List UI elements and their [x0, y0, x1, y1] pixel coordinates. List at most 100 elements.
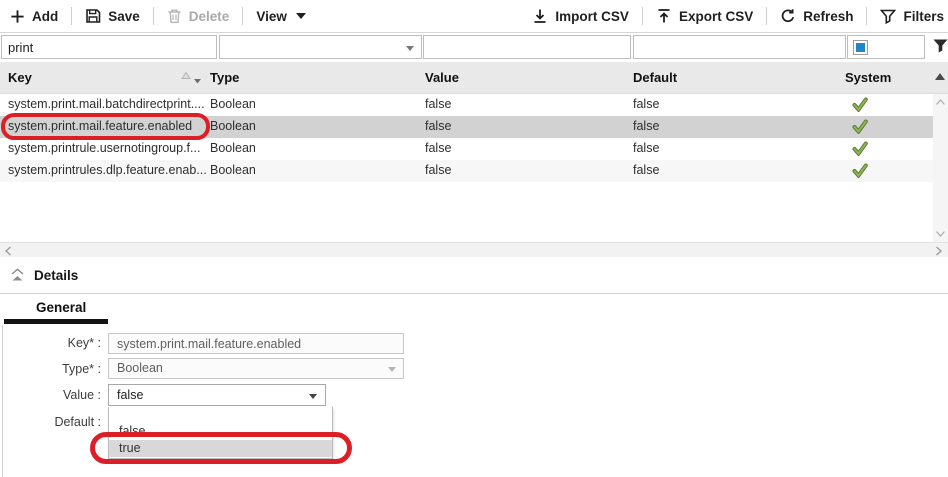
details-panel-header[interactable]: Details	[0, 257, 948, 293]
key-field-label: Key* :	[0, 336, 101, 350]
table-row[interactable]: system.printrule.usernotingroup.f... Boo…	[0, 138, 948, 160]
view-menu-label: View	[256, 9, 287, 24]
cell-value: false	[425, 163, 451, 177]
cell-key: system.printrules.dlp.feature.enab...	[8, 163, 207, 177]
cell-key: system.print.mail.feature.enabled	[8, 119, 192, 133]
toolbar-divider	[242, 7, 243, 25]
table-row[interactable]: system.print.mail.batchdirectprint.... B…	[0, 94, 948, 116]
column-header-type[interactable]: Type	[210, 70, 239, 85]
dropdown-option-blank[interactable]	[109, 407, 332, 423]
config-editor-window: Add Save Delete View	[0, 0, 948, 477]
cell-type: Boolean	[210, 163, 256, 177]
column-header-default[interactable]: Default	[633, 70, 677, 85]
value-field-current: false	[117, 388, 143, 402]
chevron-down-icon	[309, 394, 317, 399]
green-check-icon	[852, 97, 868, 112]
view-menu-button[interactable]: View	[256, 9, 306, 24]
details-form: Key* : Type* : Boolean Value : false Def…	[0, 325, 948, 477]
chevron-down-icon	[406, 46, 414, 51]
sort-indicator[interactable]	[181, 71, 203, 85]
refresh-icon	[780, 8, 796, 24]
collapse-panel-icon	[10, 268, 25, 282]
refresh-label: Refresh	[803, 9, 853, 24]
add-button-label: Add	[32, 9, 58, 24]
scrollbar-chevron-up-icon	[935, 98, 946, 106]
cell-value: false	[425, 97, 451, 111]
plus-icon	[10, 9, 25, 24]
column-header-key[interactable]: Key	[8, 70, 32, 85]
details-title: Details	[34, 268, 78, 283]
cell-key: system.printrule.usernotingroup.f...	[8, 141, 200, 155]
add-button[interactable]: Add	[10, 9, 58, 24]
type-filter-dropdown[interactable]	[219, 35, 422, 59]
scroll-up-icon[interactable]	[935, 73, 945, 80]
system-filter-cell	[847, 35, 925, 59]
green-check-icon	[852, 141, 868, 156]
save-icon	[85, 8, 101, 24]
filter-row	[0, 33, 948, 62]
toolbar-divider	[642, 7, 643, 25]
value-dropdown-list: false true	[108, 407, 333, 459]
sort-asc-icon	[181, 71, 203, 85]
apply-filter-funnel-icon[interactable]	[933, 38, 948, 54]
key-field-input[interactable]	[108, 333, 404, 354]
scrollbar-chevron-left-icon	[4, 246, 12, 256]
save-button[interactable]: Save	[85, 8, 140, 24]
chevron-down-icon	[388, 367, 396, 372]
horizontal-scrollbar[interactable]	[0, 242, 948, 257]
value-field-label: Value :	[0, 388, 101, 402]
cell-type: Boolean	[210, 119, 256, 133]
cell-type: Boolean	[210, 141, 256, 155]
config-grid: Key Type Value Default System system.pri…	[0, 62, 948, 242]
cell-key: system.print.mail.batchdirectprint....	[8, 97, 205, 111]
toolbar-divider	[153, 7, 154, 25]
default-filter-input[interactable]	[633, 35, 846, 59]
cell-default: false	[633, 163, 659, 177]
cell-default: false	[633, 97, 659, 111]
value-filter-input[interactable]	[423, 35, 631, 59]
column-header-system[interactable]: System	[845, 70, 891, 85]
upload-icon	[656, 8, 672, 24]
scrollbar-chevron-down-icon	[935, 230, 946, 238]
toolbar: Add Save Delete View	[0, 0, 948, 33]
export-csv-label: Export CSV	[679, 9, 753, 24]
details-tabbar: General	[0, 294, 948, 325]
filters-button[interactable]: Filters	[880, 8, 944, 24]
checkbox-fill	[856, 43, 865, 52]
column-header-value[interactable]: Value	[425, 70, 459, 85]
table-row-selected[interactable]: system.print.mail.feature.enabled Boolea…	[0, 116, 948, 138]
toolbar-divider	[71, 7, 72, 25]
cell-default: false	[633, 119, 659, 133]
toolbar-divider	[766, 7, 767, 25]
cell-value: false	[425, 141, 451, 155]
key-filter-input[interactable]	[1, 35, 217, 59]
value-field-combobox[interactable]: false	[108, 384, 326, 406]
green-check-icon	[852, 163, 868, 178]
filters-label: Filters	[903, 9, 944, 24]
chevron-down-icon	[296, 13, 306, 19]
active-tab-underline	[4, 319, 108, 324]
type-field-label: Type* :	[0, 362, 101, 376]
type-field-select[interactable]: Boolean	[108, 358, 404, 379]
vertical-scrollbar[interactable]	[933, 94, 948, 242]
tab-general[interactable]: General	[36, 300, 86, 315]
refresh-button[interactable]: Refresh	[780, 8, 853, 24]
grid-header: Key Type Value Default System	[0, 62, 948, 94]
filter-funnel-icon	[880, 8, 896, 24]
cell-type: Boolean	[210, 97, 256, 111]
dropdown-option-true[interactable]: true	[109, 440, 332, 457]
export-csv-button[interactable]: Export CSV	[656, 8, 753, 24]
delete-button[interactable]: Delete	[167, 8, 230, 24]
grid-empty-area	[0, 182, 948, 242]
download-icon	[532, 8, 548, 24]
scrollbar-chevron-right-icon	[935, 246, 943, 256]
table-row[interactable]: system.printrules.dlp.feature.enab... Bo…	[0, 160, 948, 182]
green-check-icon	[852, 119, 868, 134]
cell-default: false	[633, 141, 659, 155]
toolbar-divider	[866, 7, 867, 25]
system-filter-checkbox[interactable]	[853, 40, 868, 55]
delete-button-label: Delete	[189, 9, 230, 24]
import-csv-button[interactable]: Import CSV	[532, 8, 629, 24]
trash-icon	[167, 8, 182, 24]
dropdown-option-false[interactable]: false	[109, 423, 332, 440]
